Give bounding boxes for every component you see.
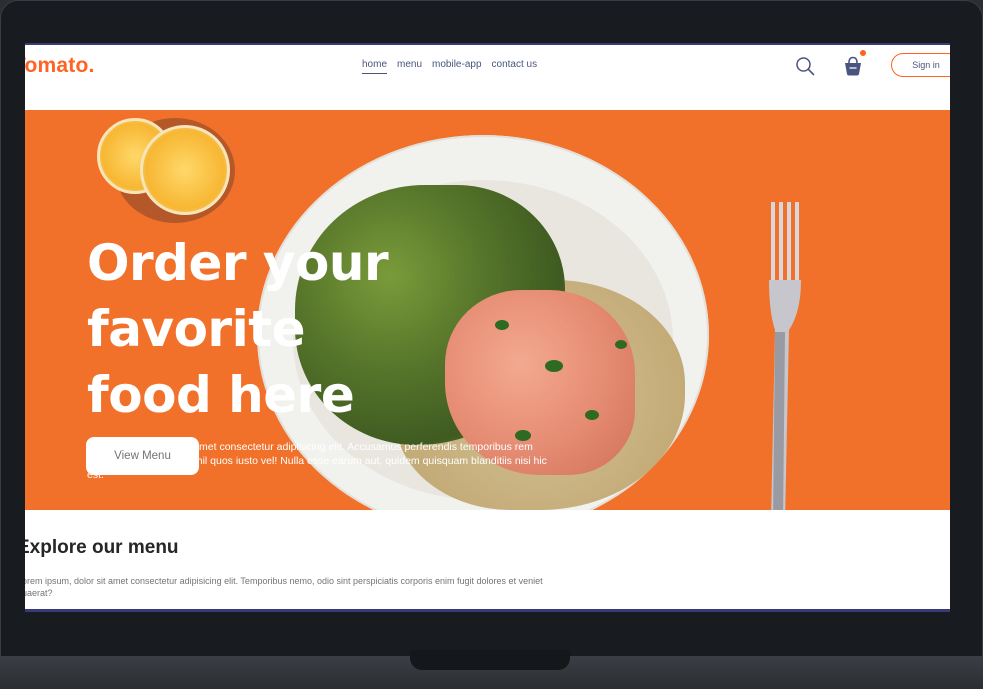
search-icon[interactable] xyxy=(795,56,815,76)
nav-link-contact-us[interactable]: contact us xyxy=(492,59,538,74)
sign-in-button[interactable]: Sign in xyxy=(891,53,950,77)
hero-title-line-2: food here xyxy=(87,366,355,424)
browser-viewport: Tomato. home menu mobile-app contact us … xyxy=(25,43,950,612)
explore-menu-title: Explore our menu xyxy=(25,537,179,558)
view-menu-button[interactable]: View Menu xyxy=(86,437,199,475)
fork-image xyxy=(769,202,801,510)
cart-indicator-dot xyxy=(860,50,866,56)
nav-links: home menu mobile-app contact us xyxy=(362,59,537,74)
hero-title: Order your favorite food here xyxy=(87,230,607,428)
logo[interactable]: Tomato. xyxy=(25,54,95,78)
navbar: Tomato. home menu mobile-app contact us … xyxy=(25,45,950,109)
nav-link-mobile-app[interactable]: mobile-app xyxy=(432,59,481,74)
explore-menu-description: Lorem ipsum, dolor sit amet consectetur … xyxy=(25,576,543,598)
laptop-notch xyxy=(410,650,570,670)
nav-link-menu[interactable]: menu xyxy=(397,59,422,74)
lemon-slice-image xyxy=(140,125,230,215)
basket-icon[interactable] xyxy=(842,55,864,77)
hero-banner: Order your favorite food here Lorem, ips… xyxy=(25,110,950,510)
herb-garnish xyxy=(615,340,627,349)
hero-title-line-1: Order your favorite xyxy=(87,234,389,358)
nav-link-home[interactable]: home xyxy=(362,59,388,74)
